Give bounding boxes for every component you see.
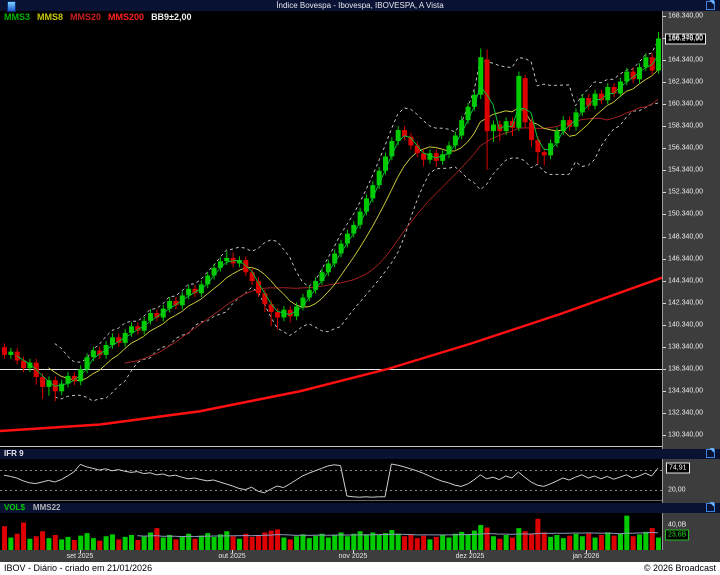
month-tick	[80, 550, 81, 553]
price-tick-mark	[663, 82, 666, 83]
price-tick-label: 148.340,00	[668, 233, 703, 240]
detach-window-icon[interactable]	[706, 1, 715, 10]
price-tick-label: 158.340,00	[668, 123, 703, 130]
detach-ifr-icon[interactable]	[706, 449, 715, 458]
price-tick-label: 140.340,00	[668, 321, 703, 328]
price-tick-label: 160.340,00	[668, 101, 703, 108]
candlestick-chart-canvas[interactable]	[0, 24, 662, 447]
price-tick-label: 146.340,00	[668, 255, 703, 262]
volume-ma-label: MMS22	[33, 503, 61, 512]
legend-item-mms200: MMS200	[108, 12, 144, 22]
volume-chart-canvas[interactable]	[0, 513, 662, 550]
ifr-panel-border	[0, 500, 662, 501]
price-tick-label: 156.340,00	[668, 145, 703, 152]
trading-app-window: Índice Bovespa - Ibovespa, IBOVESPA, A V…	[0, 0, 720, 575]
price-tick-mark	[663, 391, 666, 392]
price-tick-label: 130.340,00	[668, 432, 703, 439]
ifr-panel-header: IFR 9	[0, 449, 720, 459]
legend-item-mms8: MMS8	[37, 12, 63, 22]
price-tick-mark	[663, 303, 666, 304]
month-tick	[232, 550, 233, 553]
price-tick-mark	[663, 369, 666, 370]
month-label: nov 2025	[339, 553, 368, 560]
price-tick-label: 162.340,00	[668, 79, 703, 86]
price-tick-mark	[663, 259, 666, 260]
price-tick-mark	[663, 126, 666, 127]
ifr-chart-canvas[interactable]	[0, 459, 662, 500]
price-tick-label: 164.340,00	[668, 57, 703, 64]
status-bar: IBOV - Diário - criado em 21/01/2026 © 2…	[0, 562, 720, 575]
month-label: set 2025	[67, 553, 94, 560]
month-label: out 2025	[218, 553, 245, 560]
price-tick-mark	[663, 413, 666, 414]
price-tick-label: 150.340,00	[668, 211, 703, 218]
ifr-title: IFR 9	[4, 449, 24, 458]
price-tick-mark	[663, 104, 666, 105]
price-tick-mark	[663, 192, 666, 193]
window-title-bar: Índice Bovespa - Ibovespa, IBOVESPA, A V…	[0, 0, 720, 11]
price-tick-label: 134.340,00	[668, 387, 703, 394]
legend-item-bb9200: BB9±2,00	[151, 12, 191, 22]
detach-volume-icon[interactable]	[706, 503, 715, 512]
price-tick-label: 136.340,00	[668, 365, 703, 372]
month-label: dez 2025	[456, 553, 485, 560]
month-label: jan 2026	[573, 553, 600, 560]
price-tick-label: 166.340,00	[668, 35, 703, 42]
price-tick-label: 154.340,00	[668, 167, 703, 174]
volume-panel-header: VOL$ MMS22	[0, 503, 720, 513]
price-tick-mark	[663, 170, 666, 171]
price-tick-mark	[663, 148, 666, 149]
legend-item-mms20: MMS20	[70, 12, 101, 22]
status-copyright: © 2026 Broadcast	[644, 562, 716, 575]
price-tick-mark	[663, 281, 666, 282]
month-tick	[470, 550, 471, 553]
ifr-current-badge: 74,91	[666, 463, 690, 474]
price-tick-mark	[663, 237, 666, 238]
main-chart-border	[0, 446, 662, 447]
price-tick-label: 132.340,00	[668, 409, 703, 416]
legend-item-mms3: MMS3	[4, 12, 30, 22]
month-tick	[586, 550, 587, 553]
price-tick-label: 138.340,00	[668, 343, 703, 350]
price-tick-label: 168.340,00	[668, 13, 703, 20]
price-tick-mark	[663, 60, 666, 61]
price-tick-mark	[663, 435, 666, 436]
price-tick-mark	[663, 16, 666, 17]
volume-title: VOL$	[4, 503, 25, 512]
price-tick-mark	[663, 38, 666, 39]
price-tick-label: 142.340,00	[668, 299, 703, 306]
price-tick-label: 152.340,00	[668, 189, 703, 196]
status-chart-info: IBOV - Diário - criado em 21/01/2026	[4, 562, 152, 575]
axis-separator	[662, 11, 663, 562]
ifr-grid-label: 20,00	[668, 487, 686, 494]
month-tick	[353, 550, 354, 553]
indicator-legend: MMS3 MMS8 MMS20 MMS200 BB9±2,00	[4, 11, 199, 24]
price-tick-label: 144.340,00	[668, 277, 703, 284]
price-tick-mark	[663, 325, 666, 326]
volume-current-badge: 23,6B	[665, 530, 689, 541]
window-title: Índice Bovespa - Ibovespa, IBOVESPA, A V…	[276, 1, 443, 10]
volume-grid-label: 40,0B	[668, 522, 686, 529]
price-tick-mark	[663, 347, 666, 348]
price-axis	[663, 11, 720, 562]
price-tick-mark	[663, 214, 666, 215]
